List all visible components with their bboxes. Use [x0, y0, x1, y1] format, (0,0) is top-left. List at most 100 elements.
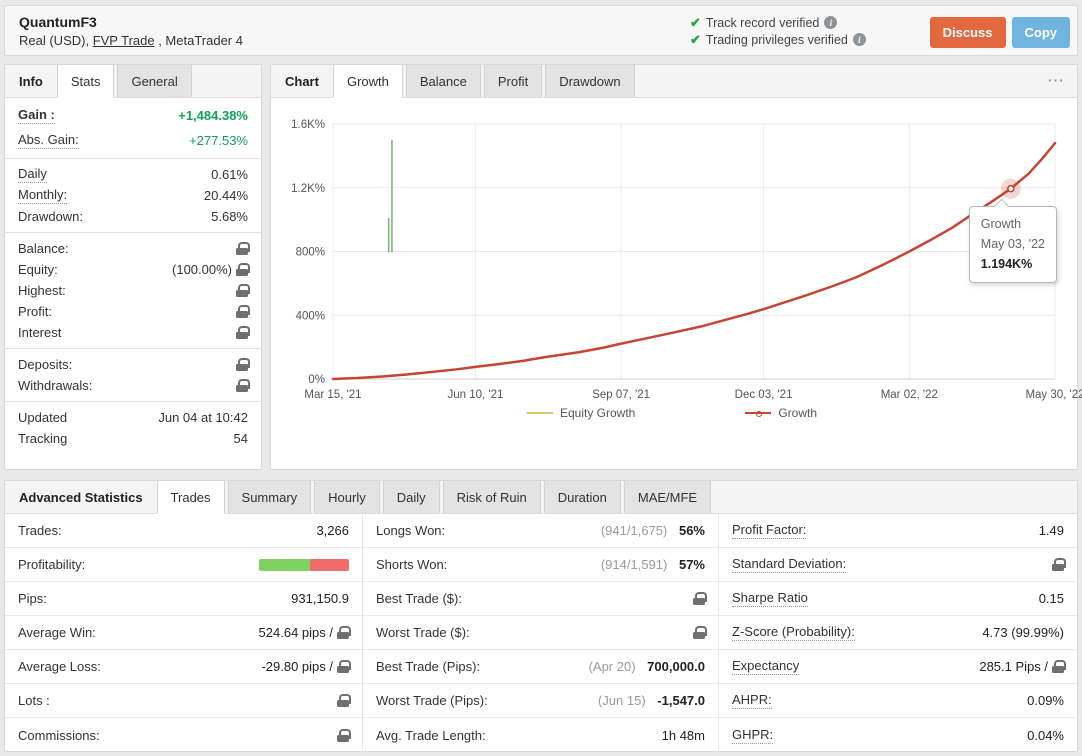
lock-icon [236, 379, 248, 392]
average-loss-label: Average Loss: [18, 659, 101, 674]
lock-icon [1052, 660, 1064, 673]
balance-row: Balance: [5, 238, 261, 259]
ghpr-row: GHPR: 0.04% [719, 718, 1077, 752]
highest-row: Highest: [5, 280, 261, 301]
expectancy-row: Expectancy 285.1 Pips / [719, 650, 1077, 684]
trading-privileges-verified: ✔ Trading privileges verified i [690, 31, 866, 48]
tab-risk-of-ruin[interactable]: Risk of Ruin [443, 481, 541, 513]
tab-mae-mfe[interactable]: MAE/MFE [624, 481, 711, 513]
profitability-row: Profitability: [5, 548, 362, 582]
equity-value: (100.00%) [172, 262, 232, 277]
worst-trade-usd-label: Worst Trade ($): [376, 625, 470, 640]
tab-general[interactable]: General [117, 65, 191, 97]
best-trade-pips-label: Best Trade (Pips): [376, 659, 480, 674]
svg-text:800%: 800% [296, 247, 325, 259]
check-icon: ✔ [690, 15, 701, 31]
gain-group: Gain : +1,484.38% Abs. Gain: +277.53% [5, 98, 261, 159]
sharpe-ratio-label: Sharpe Ratio [732, 590, 808, 607]
z-score-label: Z-Score (Probability): [732, 624, 855, 641]
tooltip-value: 1.194K% [981, 254, 1045, 274]
tab-info[interactable]: Info [5, 65, 57, 97]
balance-label: Balance: [18, 241, 69, 256]
info-icon[interactable]: i [824, 16, 837, 29]
discuss-button[interactable]: Discuss [930, 17, 1006, 48]
monthly-row: Monthly: 20.44% [5, 185, 261, 206]
profitability-bar-win [259, 559, 310, 571]
withdrawals-row: Withdrawals: [5, 375, 261, 396]
tab-balance[interactable]: Balance [406, 65, 481, 97]
avg-trade-length-row: Avg. Trade Length: 1h 48m [363, 718, 718, 752]
legend-equity-growth[interactable]: Equity Growth [527, 406, 635, 420]
account-name: QuantumF3 [19, 14, 243, 30]
best-trade-usd-label: Best Trade ($): [376, 591, 462, 606]
profit-label: Profit: [18, 304, 52, 319]
worst-trade-pips-value: -1,547.0 [657, 693, 705, 708]
profitability-bar [259, 559, 349, 571]
account-meta-pre: Real (USD), [19, 33, 93, 48]
standard-deviation-row: Standard Deviation: [719, 548, 1077, 582]
legend-growth-label: Growth [778, 406, 817, 420]
lock-icon [337, 729, 349, 742]
z-score-row: Z-Score (Probability): 4.73 (99.99%) [719, 616, 1077, 650]
legend-equity-growth-label: Equity Growth [560, 406, 635, 420]
profit-row: Profit: [5, 301, 261, 322]
lock-icon [236, 284, 248, 297]
tab-drawdown[interactable]: Drawdown [545, 65, 634, 97]
tab-trades[interactable]: Trades [157, 481, 225, 514]
tab-summary[interactable]: Summary [228, 481, 312, 513]
drawdown-value: 5.68% [211, 209, 248, 224]
lock-icon [337, 626, 349, 639]
updated-value: Jun 04 at 10:42 [158, 410, 248, 425]
stats-column-2: Longs Won: (941/1,675) 56% Shorts Won: (… [363, 514, 719, 752]
chart-panel-title: Chart [271, 65, 333, 97]
average-win-value: 524.64 pips / [259, 625, 333, 640]
highest-label: Highest: [18, 283, 66, 298]
gain-label: Gain : [18, 107, 55, 124]
longs-won-ratio: (941/1,675) [601, 523, 668, 538]
lock-icon [236, 358, 248, 371]
growth-chart: Mar 15, '21Jun 10, '21Sep 07, '21Dec 03,… [275, 106, 1069, 420]
tab-growth[interactable]: Growth [333, 65, 403, 98]
tab-profit[interactable]: Profit [484, 65, 542, 97]
profit-factor-label: Profit Factor: [732, 522, 806, 539]
interest-row: Interest [5, 322, 261, 343]
chart-menu-button[interactable]: ⋯ [1035, 65, 1077, 97]
tab-daily[interactable]: Daily [383, 481, 440, 513]
stats-sidebar: Info Stats General Gain : +1,484.38% Abs… [4, 64, 262, 470]
lock-icon [337, 694, 349, 707]
tab-hourly[interactable]: Hourly [314, 481, 380, 513]
worst-trade-pips-date: (Jun 15) [598, 693, 646, 708]
svg-text:Mar 02, '22: Mar 02, '22 [881, 389, 938, 401]
shorts-won-pct: 57% [679, 557, 705, 572]
growth-chart-svg[interactable]: Mar 15, '21Jun 10, '21Sep 07, '21Dec 03,… [275, 106, 1065, 402]
account-meta-post: , MetaTrader 4 [155, 33, 243, 48]
legend-growth[interactable]: Growth [745, 406, 817, 420]
average-loss-row: Average Loss: -29.80 pips / [5, 650, 362, 684]
expectancy-value: 285.1 Pips / [979, 659, 1048, 674]
copy-button[interactable]: Copy [1012, 17, 1071, 48]
svg-text:1.2K%: 1.2K% [291, 183, 325, 195]
profit-factor-row: Profit Factor: 1.49 [719, 514, 1077, 548]
tab-duration[interactable]: Duration [544, 481, 621, 513]
best-trade-pips-value: 700,000.0 [647, 659, 705, 674]
track-record-verified: ✔ Track record verified i [690, 14, 866, 31]
tracking-row: Tracking 54 [5, 428, 261, 449]
info-icon[interactable]: i [853, 33, 866, 46]
meta-group: Updated Jun 04 at 10:42 Tracking 54 [5, 402, 261, 454]
longs-won-label: Longs Won: [376, 523, 445, 538]
gain-row: Gain : +1,484.38% [5, 103, 261, 128]
abs-gain-label: Abs. Gain: [18, 132, 79, 149]
chart-tooltip: Growth May 03, '22 1.194K% [969, 206, 1057, 283]
chart-legend: Equity Growth Growth [275, 406, 1069, 420]
shorts-won-row: Shorts Won: (914/1,591) 57% [363, 548, 718, 582]
worst-trade-pips-row: Worst Trade (Pips): (Jun 15) -1,547.0 [363, 684, 718, 718]
equity-label: Equity: [18, 262, 58, 277]
daily-row: Daily 0.61% [5, 164, 261, 185]
broker-link[interactable]: FVP Trade [93, 33, 155, 48]
stats-column-3: Profit Factor: 1.49 Standard Deviation: … [719, 514, 1077, 752]
balance-group: Balance: Equity: (100.00%) Highest: Prof… [5, 233, 261, 349]
svg-text:Sep 07, '21: Sep 07, '21 [592, 389, 650, 401]
sharpe-ratio-value: 0.15 [1039, 591, 1064, 606]
sharpe-ratio-row: Sharpe Ratio 0.15 [719, 582, 1077, 616]
tab-stats[interactable]: Stats [57, 65, 115, 98]
